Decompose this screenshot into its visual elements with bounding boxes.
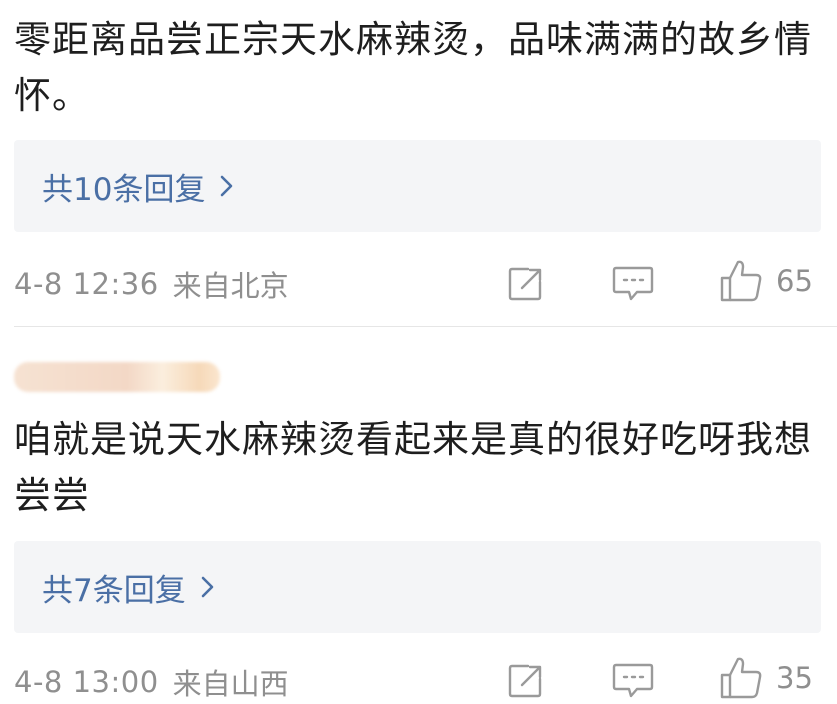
view-replies-button[interactable]: 共10条回复 (14, 140, 821, 232)
share-icon[interactable] (506, 661, 546, 701)
comment-meta: 4-8 12:36 来自北京 (14, 262, 829, 306)
divider (14, 326, 837, 327)
comment-meta: 4-8 13:00 来自山西 (14, 660, 829, 704)
comment-icon[interactable] (611, 661, 655, 701)
replies-label: 共10条回复 (42, 171, 206, 208)
user-name[interactable] (14, 362, 220, 392)
comment-location: 来自山西 (172, 667, 289, 701)
chevron-right-icon (221, 175, 233, 197)
comment-time: 4-8 12:36 (14, 267, 159, 301)
replies-label: 共7条回复 (42, 572, 186, 609)
comment-text: 咱就是说天水麻辣烫看起来是真的很好吃呀我想尝尝 (14, 418, 812, 517)
chevron-right-icon (201, 576, 214, 598)
like-count: 35 (776, 661, 813, 695)
comment-icon[interactable] (611, 264, 655, 304)
share-icon[interactable] (506, 264, 546, 304)
thumbs-up-icon[interactable] (718, 258, 764, 304)
comment-location: 来自北京 (172, 269, 289, 303)
like-count: 65 (776, 264, 813, 298)
comment-text: 零距离品尝正宗天水麻辣烫，品味满满的故乡情怀。 (14, 18, 812, 117)
view-replies-button[interactable]: 共7条回复 (14, 541, 821, 633)
comment-time: 4-8 13:00 (14, 665, 159, 699)
thumbs-up-icon[interactable] (718, 655, 764, 701)
